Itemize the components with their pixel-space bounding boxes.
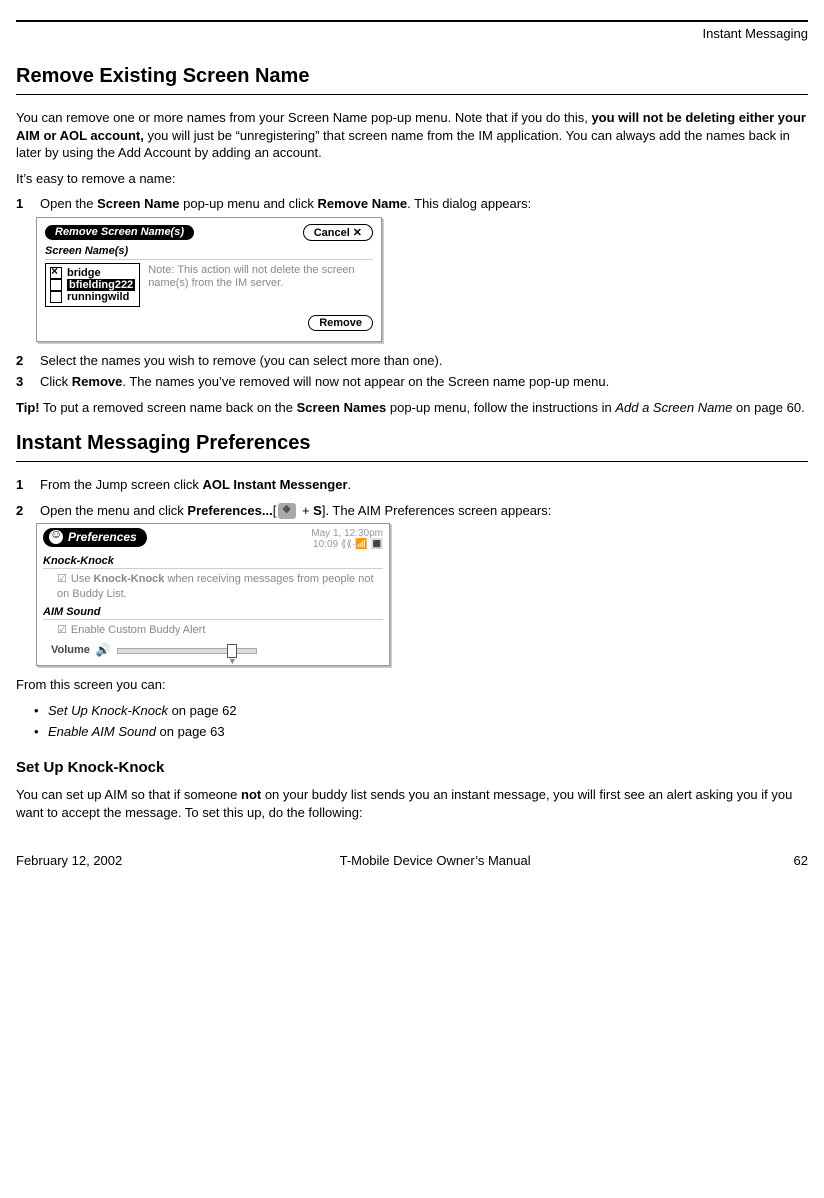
signal-icon: ⟪⟪·📶 🔳 [341, 539, 383, 550]
screen-name-listbox[interactable]: bridge bfielding222 runningwild [45, 263, 140, 307]
header-section: Instant Messaging [16, 26, 808, 41]
checkbox-icon[interactable]: ☑ [57, 624, 67, 636]
text: Enable Custom Buddy Alert [71, 624, 206, 636]
text: . This dialog appears: [407, 196, 531, 211]
text-bold: Preferences... [187, 503, 272, 518]
text: Use [71, 573, 94, 585]
list-item-label: bridge [67, 267, 101, 279]
text-bold: Remove [72, 374, 123, 389]
link-text: Enable AIM Sound [48, 724, 156, 739]
step-1: 1 Open the Screen Name pop-up menu and c… [16, 195, 808, 213]
dialog-title: Preferences [43, 528, 147, 547]
step-3: 3 Click Remove. The names you’ve removed… [16, 373, 808, 391]
bullet-2: •Enable AIM Sound on page 63 [34, 723, 808, 741]
pref-step-2: 2 Open the menu and click Preferences...… [16, 502, 808, 520]
text-bold: AOL Instant Messenger [203, 477, 348, 492]
section-aim-sound: AIM Sound [43, 606, 383, 620]
list-item[interactable]: bfielding222 [50, 279, 135, 291]
footer-manual: T-Mobile Device Owner’s Manual [340, 853, 531, 868]
from-screen-text: From this screen you can: [16, 676, 808, 694]
knock-knock-option[interactable]: ☑Use Knock-Knock when receiving messages… [57, 572, 383, 601]
text: pop-up menu, follow the instructions in [386, 400, 615, 415]
intro-paragraph-2: It’s easy to remove a name: [16, 170, 808, 188]
step-number: 3 [16, 373, 40, 391]
list-item[interactable]: runningwild [50, 291, 135, 303]
step-body: Select the names you wish to remove (you… [40, 352, 808, 370]
slider-arrow-icon: ▼ [228, 656, 237, 666]
text: on page 63 [156, 724, 225, 739]
text-bold: Screen Name [97, 196, 179, 211]
status-area: May 1, 12:30pm 10:09 ⟪⟪·📶 🔳 [311, 528, 383, 550]
volume-row: Volume 🔊 ▼ [51, 643, 383, 657]
text: ]. The AIM Preferences screen appears: [322, 503, 552, 518]
text: [ [273, 503, 277, 518]
avatar-icon [49, 530, 63, 544]
dialog-note: Note: This action will not delete the sc… [148, 263, 373, 307]
tip-label: Tip! [16, 400, 40, 415]
text-italic: Add a Screen Name [615, 400, 732, 415]
step-number: 1 [16, 195, 40, 213]
tip-paragraph: Tip! To put a removed screen name back o… [16, 399, 808, 417]
link-text: Set Up Knock-Knock [48, 703, 168, 718]
intro-paragraph-1: You can remove one or more names from yo… [16, 109, 808, 162]
remove-screen-name-dialog: Remove Screen Name(s) Cancel✕ Screen Nam… [36, 217, 382, 342]
menu-key-icon [278, 503, 296, 519]
checkbox-icon[interactable] [50, 279, 62, 291]
text: You can set up AIM so that if someone [16, 787, 241, 802]
list-item-label: bfielding222 [67, 279, 135, 291]
knock-knock-paragraph: You can set up AIM so that if someone no… [16, 786, 808, 821]
footer-page-number: 62 [748, 853, 808, 868]
volume-slider[interactable]: ▼ [117, 643, 257, 657]
text: You can remove one or more names from yo… [16, 110, 591, 125]
step-2: 2 Select the names you wish to remove (y… [16, 352, 808, 370]
step-number: 1 [16, 476, 40, 494]
text: on page 62 [168, 703, 237, 718]
preferences-dialog: Preferences May 1, 12:30pm 10:09 ⟪⟪·📶 🔳 … [36, 523, 390, 666]
list-item[interactable]: bridge [50, 267, 135, 279]
step-number: 2 [16, 502, 40, 520]
speaker-icon: 🔊 [96, 643, 111, 657]
section-knock-knock: Knock-Knock [43, 555, 383, 569]
heading-im-preferences: Instant Messaging Preferences [16, 432, 808, 455]
text: on page 60. [732, 400, 804, 415]
checkbox-icon[interactable] [50, 291, 62, 303]
text: pop-up menu and click [180, 196, 318, 211]
dialog-title: Remove Screen Name(s) [45, 225, 194, 240]
text: From the Jump screen click [40, 477, 203, 492]
volume-label: Volume [51, 644, 90, 656]
remove-button[interactable]: Remove [308, 315, 373, 331]
cancel-button[interactable]: Cancel✕ [303, 224, 373, 241]
text-bold: S [313, 503, 322, 518]
text: Click [40, 374, 72, 389]
text-bold: Remove Name [318, 196, 408, 211]
page-footer: February 12, 2002 T-Mobile Device Owner’… [16, 853, 808, 868]
cancel-label: Cancel [314, 227, 350, 239]
dialog-title-label: Preferences [68, 530, 137, 544]
checkbox-icon[interactable]: ☑ [57, 573, 67, 585]
text: Open the [40, 196, 97, 211]
text-bold: not [241, 787, 261, 802]
pref-step-1: 1 From the Jump screen click AOL Instant… [16, 476, 808, 494]
text-bold: Screen Names [297, 400, 387, 415]
enable-buddy-alert-option[interactable]: ☑ Enable Custom Buddy Alert [57, 623, 383, 637]
status-time: 10:09 [313, 539, 338, 550]
text: . The names you’ve removed will now not … [122, 374, 609, 389]
list-item-label: runningwild [67, 291, 129, 303]
text: . [348, 477, 352, 492]
text: + [298, 503, 313, 518]
step-number: 2 [16, 352, 40, 370]
status-date: May 1, 12:30pm [311, 528, 383, 539]
text-bold: Knock-Knock [94, 573, 165, 585]
bullet-1: •Set Up Knock-Knock on page 62 [34, 702, 808, 720]
heading-remove-screen-name: Remove Existing Screen Name [16, 65, 808, 88]
checkbox-icon[interactable] [50, 267, 62, 279]
footer-date: February 12, 2002 [16, 853, 122, 868]
text: To put a removed screen name back on the [40, 400, 297, 415]
close-icon: ✕ [353, 227, 362, 239]
heading-set-up-knock-knock: Set Up Knock-Knock [16, 759, 808, 776]
text: Open the menu and click [40, 503, 187, 518]
dialog-subtitle: Screen Name(s) [45, 245, 373, 260]
